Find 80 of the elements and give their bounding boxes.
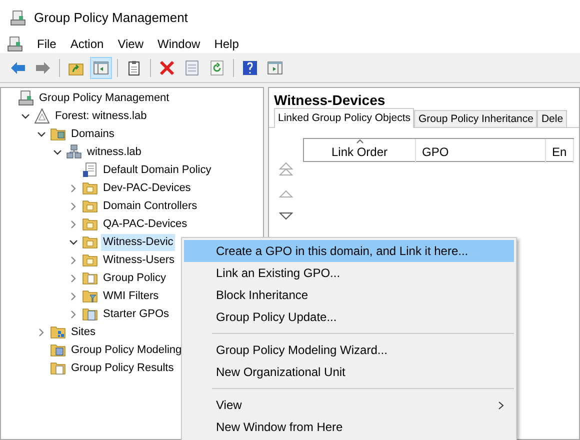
chevron-right-icon[interactable] [68, 274, 78, 282]
tree-item[interactable]: Dev-PAC-Devices [101, 180, 193, 196]
back-arrow-icon [10, 60, 26, 76]
menu-option[interactable]: Create a GPO in this domain, and Link it here... [184, 240, 514, 262]
folder-icon [82, 288, 98, 304]
tree-item[interactable]: Default Domain Policy [101, 162, 214, 178]
tree-item[interactable]: Forest: witness.lab [53, 108, 149, 124]
menu-item[interactable]: Window [158, 35, 200, 53]
column-header[interactable]: GPO [416, 139, 546, 163]
menu-item[interactable]: Action [70, 35, 104, 53]
tab[interactable]: Linked Group Policy Objects [274, 108, 414, 128]
document-icon [82, 162, 98, 178]
chevron-down-icon[interactable] [68, 238, 78, 246]
chevron-down-icon[interactable] [52, 148, 62, 156]
panel-icon [267, 60, 283, 76]
tab[interactable]: Group Policy Inheritance [414, 110, 538, 127]
menu-item[interactable]: View [118, 35, 144, 53]
folder-icon [82, 198, 98, 214]
menu-option[interactable]: New Organizational Unit [184, 361, 514, 383]
properties-icon [184, 60, 200, 76]
chevron-right-icon[interactable] [68, 310, 78, 318]
folder-icon [82, 306, 98, 322]
tree-item[interactable]: Starter GPOs [101, 306, 172, 322]
folder-icon [82, 216, 98, 232]
tree-item[interactable]: Witness-Devic [101, 234, 176, 250]
tree-item[interactable]: WMI Filters [101, 288, 161, 304]
tree-item[interactable]: Group Policy [101, 270, 168, 286]
network-icon [66, 144, 82, 160]
chevron-right-icon[interactable] [36, 328, 46, 336]
tree-item[interactable]: Group Policy Modeling [69, 342, 184, 358]
chevron-right-icon[interactable] [68, 256, 78, 264]
menu-option[interactable]: View [184, 394, 514, 416]
tree-item[interactable]: Group Policy Management [37, 90, 172, 106]
window-title: Group Policy Management [34, 8, 188, 27]
folder-icon [82, 252, 98, 268]
menu-option[interactable]: Link an Existing GPO... [184, 262, 514, 284]
tab[interactable]: Dele [537, 110, 568, 127]
forward-arrow-icon [35, 60, 51, 76]
menu-option[interactable]: Group Policy Modeling Wizard... [184, 339, 514, 361]
folder-icon [82, 180, 98, 196]
folder-icon [50, 324, 66, 340]
tree-item[interactable]: Group Policy Results [69, 360, 176, 376]
tree-item[interactable]: witness.lab [85, 144, 144, 160]
pane-title: Witness-Devices [273, 91, 386, 108]
help-icon [242, 60, 258, 76]
column-header[interactable]: En [546, 139, 574, 163]
clipboard-icon [126, 60, 142, 76]
menu-item[interactable]: File [37, 35, 56, 53]
triangle-icon [34, 108, 50, 124]
folder-icon [50, 360, 66, 376]
console-icon [18, 90, 34, 106]
tree-item[interactable]: Domain Controllers [101, 198, 200, 214]
console-icon [10, 10, 26, 26]
folder-icon [82, 234, 98, 250]
delete-icon [159, 60, 175, 76]
sort-caret-icon [356, 139, 364, 144]
menu-option[interactable]: Block Inheritance [184, 284, 514, 306]
move-top-icon[interactable] [279, 162, 293, 176]
chevron-down-icon[interactable] [36, 130, 46, 138]
chevron-right-icon[interactable] [68, 220, 78, 228]
folder-icon [50, 126, 66, 142]
panel-icon [93, 60, 109, 76]
folder-icon [82, 270, 98, 286]
chevron-right-icon[interactable] [68, 184, 78, 192]
chevron-right-icon[interactable] [68, 292, 78, 300]
tree-item[interactable]: Witness-Users [101, 252, 177, 268]
menu-option[interactable]: Group Policy Update... [184, 306, 514, 328]
console-icon [7, 36, 23, 52]
column-header[interactable]: Link Order [304, 139, 416, 163]
chevron-right-icon[interactable] [68, 202, 78, 210]
tree-item[interactable]: Domains [69, 126, 116, 142]
folder-icon [50, 342, 66, 358]
menu-item[interactable]: Help [214, 35, 239, 53]
move-down-icon[interactable] [279, 212, 293, 220]
menu-option[interactable]: New Window from Here [184, 416, 514, 438]
refresh-icon [209, 60, 225, 76]
chevron-down-icon[interactable] [20, 112, 30, 120]
tree-item[interactable]: QA-PAC-Devices [101, 216, 190, 232]
tree-item[interactable]: Sites [69, 324, 98, 340]
move-up-icon[interactable] [279, 190, 293, 198]
